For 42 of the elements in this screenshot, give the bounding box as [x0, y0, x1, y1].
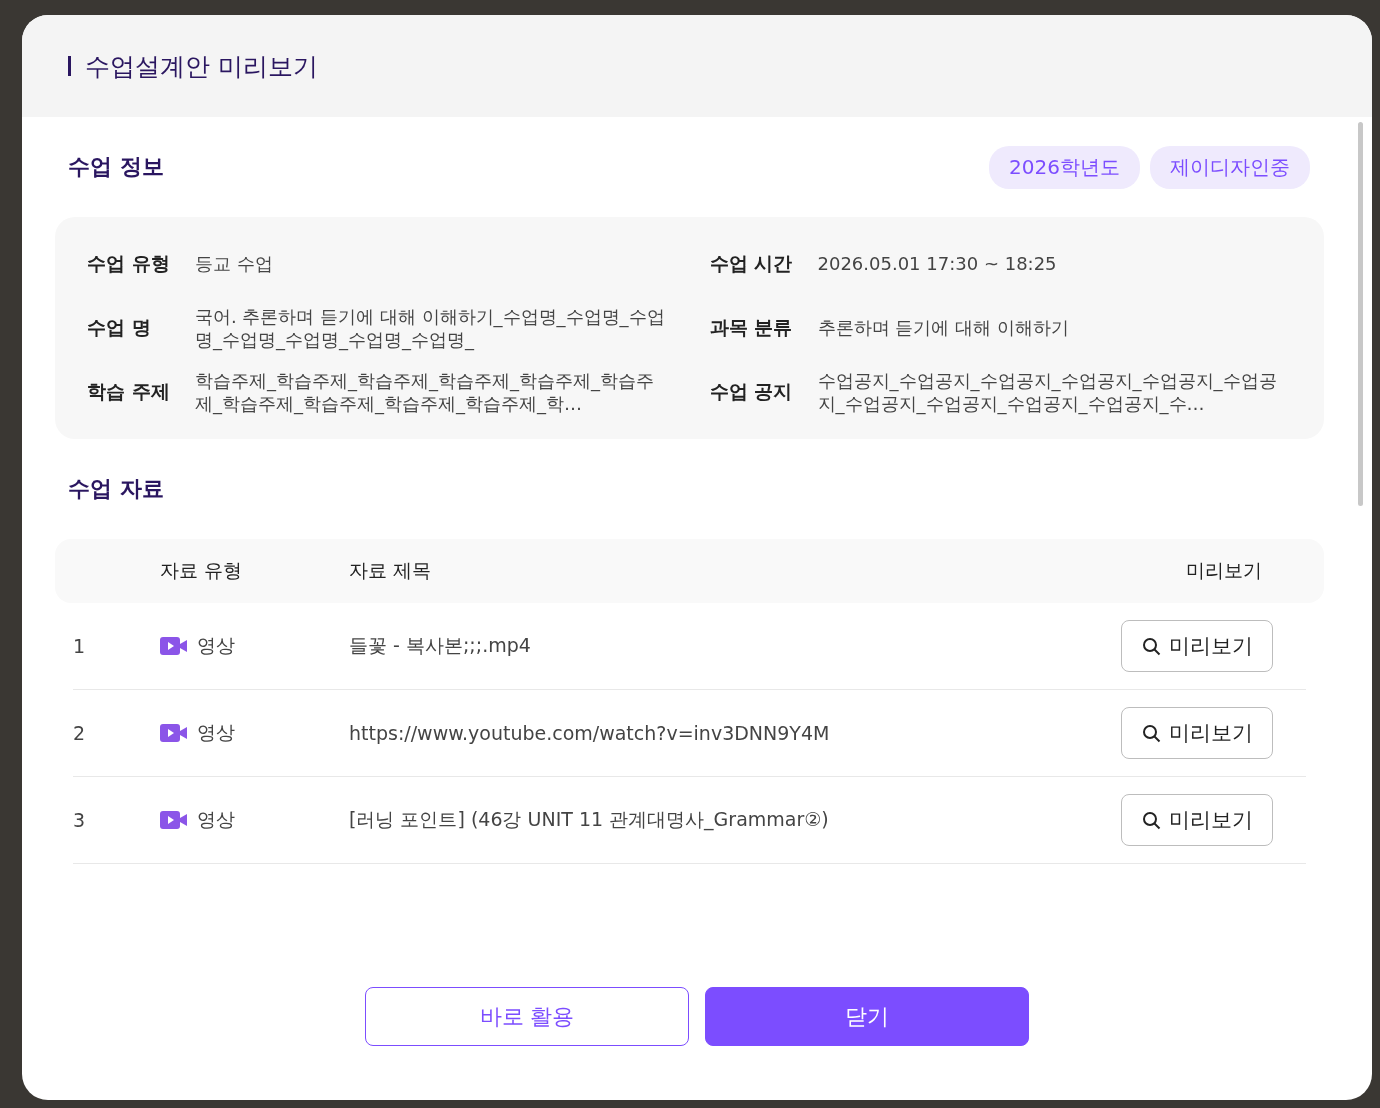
material-type: 영상 — [197, 633, 235, 658]
column-header: 자료 제목 — [349, 558, 433, 583]
close-button[interactable]: 닫기 — [705, 987, 1029, 1046]
apply-button[interactable]: 바로 활용 — [365, 987, 689, 1046]
search-icon — [1141, 723, 1161, 743]
video-camera-icon — [160, 810, 187, 830]
scrollbar[interactable] — [1358, 122, 1363, 506]
material-title: https://www.youtube.com/watch?v=inv3DNN9Y4M — [349, 722, 831, 744]
preview-button[interactable]: 미리보기 — [1121, 620, 1273, 672]
row-number: 2 — [73, 722, 87, 744]
field-label: 수업 공지 — [709, 379, 794, 404]
field-value: 추론하며 듣기에 대해 이해하기 — [817, 316, 1069, 340]
section-title: 수업 자료 — [68, 475, 164, 503]
field-value: 2026.05.01 17:30 ~ 18:25 — [817, 252, 1057, 276]
material-type: 영상 — [197, 720, 235, 745]
video-camera-icon — [160, 636, 187, 656]
field-label: 학습 주제 — [87, 379, 171, 404]
tag-badge: 제이디자인중 — [1150, 145, 1310, 189]
search-icon — [1141, 636, 1161, 656]
title-marker — [68, 56, 71, 76]
field-label: 수업 유형 — [87, 251, 171, 276]
preview-button[interactable]: 미리보기 — [1121, 707, 1273, 759]
video-camera-icon — [160, 723, 187, 743]
material-type: 영상 — [197, 807, 235, 832]
material-title: 들꽃 - 복사본;;;.mp4 — [349, 633, 532, 658]
field-value: 등교 수업 — [195, 252, 273, 276]
preview-button[interactable]: 미리보기 — [1121, 794, 1273, 846]
field-label: 수업 명 — [87, 315, 152, 340]
field-label: 수업 시간 — [709, 251, 794, 276]
field-value: 수업공지_수업공지_수업공지_수업공지_수업공지_수업공지_수업공지_수업공지_수업공지_수업공지_수… — [817, 368, 1278, 416]
material-title: [러닝 포인트] (46강 UNIT 11 관계대명사_Grammar②) — [349, 807, 830, 833]
column-header: 미리보기 — [1185, 558, 1263, 583]
search-icon — [1141, 810, 1161, 830]
modal-title: 수업설계안 미리보기 — [85, 50, 318, 83]
field-label: 과목 분류 — [709, 315, 794, 340]
section-title: 수업 정보 — [68, 153, 164, 181]
column-header: 자료 유형 — [160, 558, 244, 583]
row-number: 3 — [73, 809, 87, 831]
tag-badge: 2026학년도 — [989, 145, 1140, 189]
field-value: 학습주제_학습주제_학습주제_학습주제_학습주제_학습주제_학습주제_학습주제_학습주제_학습주제_학… — [195, 368, 655, 416]
field-value: 국어. 추론하며 듣기에 대해 이해하기_수업명_수업명_수업명_수업명_수업명_수업명_수업명_ — [195, 304, 666, 352]
row-number: 1 — [73, 635, 87, 657]
